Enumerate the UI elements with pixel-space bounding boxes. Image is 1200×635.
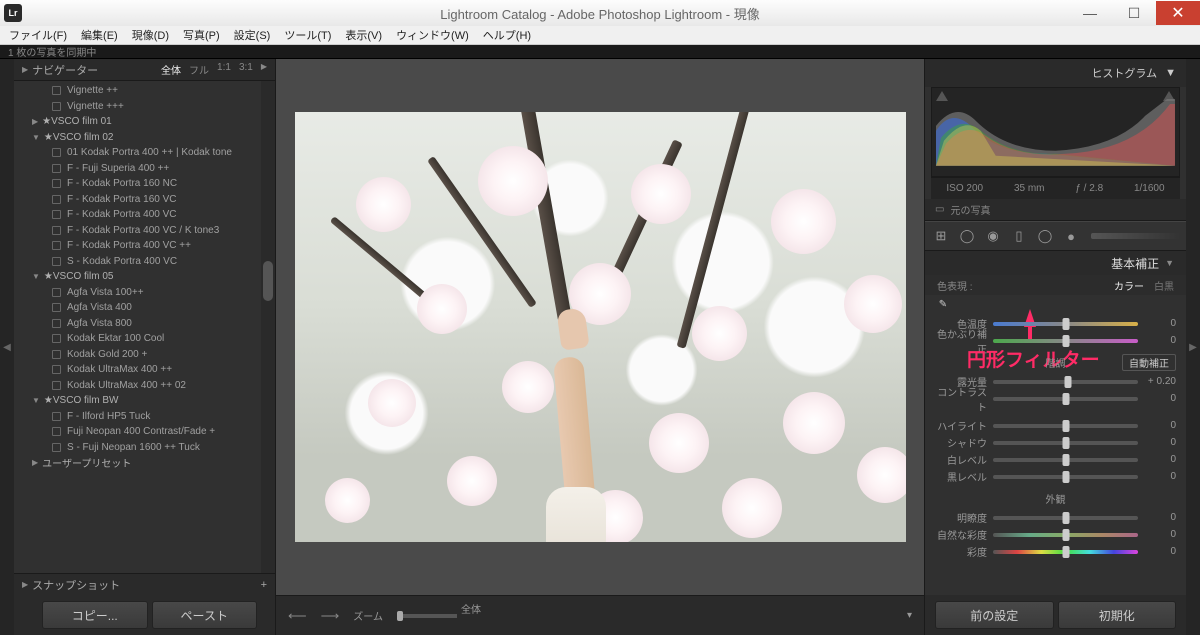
prev-photo-button[interactable]: ⟵: [288, 608, 307, 624]
zoom-value: 全体: [461, 601, 481, 616]
preset-item[interactable]: 01 Kodak Portra 400 ++ | Kodak tone: [14, 145, 261, 161]
tool-strip: ⊞ ◯ ◉ ▯ ◯ ●: [925, 221, 1186, 251]
original-photo-row[interactable]: ▭元の写真: [925, 199, 1186, 221]
preset-item[interactable]: F - Ilford HP5 Tuck: [14, 409, 261, 425]
preset-item[interactable]: Agfa Vista 100++: [14, 285, 261, 301]
preset-item[interactable]: Vignette +++: [14, 99, 261, 115]
close-button[interactable]: ✕: [1156, 1, 1200, 25]
preset-folder[interactable]: ▶★VSCO film 01: [14, 114, 261, 130]
slider-vibrance[interactable]: 自然な彩度0: [935, 526, 1176, 543]
previous-settings-button[interactable]: 前の設定: [935, 601, 1054, 629]
left-panel: ▶ ナビゲーター 全体フル1:13:1▶ Vignette ++Vignette…: [14, 59, 276, 635]
menu-item[interactable]: 写真(P): [176, 26, 227, 44]
histogram-header[interactable]: ヒストグラム ▼: [925, 59, 1186, 87]
preset-folder[interactable]: ▼★VSCO film 05: [14, 269, 261, 285]
menu-item[interactable]: ヘルプ(H): [476, 26, 538, 44]
toolbar-bottom: ⟵ ⟶ ズーム 全体 ▾: [276, 595, 924, 635]
minimize-button[interactable]: —: [1068, 1, 1112, 25]
maximize-button[interactable]: ☐: [1112, 1, 1156, 25]
navigator-title: ナビゲーター: [32, 62, 98, 78]
spot-tool-icon[interactable]: ◯: [957, 226, 977, 246]
sync-status-bar: 1 枚の写真を同期中: [0, 45, 1200, 59]
preset-item[interactable]: Fuji Neopan 400 Contrast/Fade +: [14, 424, 261, 440]
preset-folder[interactable]: ▶ユーザープリセット: [14, 455, 261, 471]
preset-item[interactable]: Kodak Ektar 100 Cool: [14, 331, 261, 347]
gradient-tool-icon[interactable]: ▯: [1009, 226, 1029, 246]
preset-item[interactable]: F - Kodak Portra 160 NC: [14, 176, 261, 192]
menu-item[interactable]: ウィンドウ(W): [389, 26, 476, 44]
menu-item[interactable]: ファイル(F): [2, 26, 74, 44]
preset-folder[interactable]: ▼★VSCO film 02: [14, 130, 261, 146]
navigator-zoom-option[interactable]: 1:1: [217, 62, 231, 77]
wb-eyedropper-icon[interactable]: ✎: [935, 296, 951, 312]
menu-bar: ファイル(F)編集(E)現像(D)写真(P)設定(S)ツール(T)表示(V)ウィ…: [0, 26, 1200, 45]
slider-whites[interactable]: 白レベル0: [935, 451, 1176, 468]
center-panel: ⟵ ⟶ ズーム 全体 ▾: [276, 59, 924, 635]
window-title: Lightroom Catalog - Adobe Photoshop Ligh…: [440, 4, 759, 23]
menu-item[interactable]: 表示(V): [338, 26, 389, 44]
zoom-label: ズーム: [353, 608, 383, 623]
preset-item[interactable]: F - Kodak Portra 400 VC ++: [14, 238, 261, 254]
navigator-zoom-option[interactable]: 全体: [161, 62, 181, 77]
treatment-row: 色表現 : カラー 白黒: [925, 275, 1186, 295]
redeye-tool-icon[interactable]: ◉: [983, 226, 1003, 246]
slider-clarity[interactable]: 明瞭度0: [935, 509, 1176, 526]
soft-proof-toggle[interactable]: ▾: [907, 610, 912, 621]
navigator-zoom-option[interactable]: フル: [189, 62, 209, 77]
slider-saturation[interactable]: 彩度0: [935, 543, 1176, 560]
menu-item[interactable]: 設定(S): [227, 26, 278, 44]
preset-scrollbar[interactable]: [261, 81, 275, 573]
right-panel: ヒストグラム ▼ ISO 200 35 mm ƒ / 2.8 1/1600 ▭元…: [924, 59, 1186, 635]
navigator-zoom-option[interactable]: 3:1: [239, 62, 253, 77]
brush-tool-icon[interactable]: ●: [1061, 226, 1081, 246]
navigator-header[interactable]: ▶ ナビゲーター 全体フル1:13:1▶: [14, 59, 275, 81]
snapshot-header[interactable]: ▶スナップショット +: [14, 573, 275, 595]
title-bar: Lr Lightroom Catalog - Adobe Photoshop L…: [0, 0, 1200, 26]
preset-item[interactable]: F - Kodak Portra 160 VC: [14, 192, 261, 208]
tool-slider[interactable]: [1091, 233, 1180, 239]
preset-item[interactable]: Kodak UltraMax 400 ++: [14, 362, 261, 378]
preview-image[interactable]: [295, 112, 906, 542]
treatment-color[interactable]: カラー: [1114, 278, 1144, 293]
preset-item[interactable]: F - Kodak Portra 400 VC / K tone3: [14, 223, 261, 239]
slider-contrast[interactable]: コントラスト0: [935, 390, 1176, 407]
menu-item[interactable]: ツール(T): [277, 26, 338, 44]
radial-filter-icon[interactable]: ◯: [1035, 226, 1055, 246]
treatment-bw[interactable]: 白黒: [1154, 278, 1174, 293]
left-panel-collapse[interactable]: ◀: [0, 59, 14, 635]
crop-tool-icon[interactable]: ⊞: [931, 226, 951, 246]
auto-tone-button[interactable]: 自動補正: [1122, 354, 1176, 371]
menu-item[interactable]: 編集(E): [74, 26, 125, 44]
preset-item[interactable]: S - Fuji Neopan 1600 ++ Tuck: [14, 440, 261, 456]
app-icon: Lr: [4, 4, 22, 22]
preset-item[interactable]: Agfa Vista 400: [14, 300, 261, 316]
preset-item[interactable]: S - Kodak Portra 400 VC: [14, 254, 261, 270]
zoom-slider[interactable]: [397, 614, 457, 618]
paste-button[interactable]: ペースト: [152, 601, 258, 629]
menu-item[interactable]: 現像(D): [125, 26, 176, 44]
preset-tree: Vignette ++Vignette +++▶★VSCO film 01▼★V…: [14, 81, 261, 573]
histogram[interactable]: [931, 87, 1180, 177]
preset-item[interactable]: F - Fuji Superia 400 ++: [14, 161, 261, 177]
next-photo-button[interactable]: ⟶: [321, 608, 340, 624]
preset-folder[interactable]: ▼★VSCO film BW: [14, 393, 261, 409]
slider-tint[interactable]: 色かぶり補正0: [935, 332, 1176, 349]
copy-button[interactable]: コピー...: [42, 601, 148, 629]
basic-panel-header[interactable]: 基本補正▼: [925, 251, 1186, 275]
slider-highlights[interactable]: ハイライト0: [935, 417, 1176, 434]
right-panel-collapse[interactable]: ▶: [1186, 59, 1200, 635]
reset-button[interactable]: 初期化: [1058, 601, 1177, 629]
preset-item[interactable]: Kodak UltraMax 400 ++ 02: [14, 378, 261, 394]
preset-item[interactable]: Kodak Gold 200 +: [14, 347, 261, 363]
preset-item[interactable]: Vignette ++: [14, 83, 261, 99]
preset-item[interactable]: F - Kodak Portra 400 VC: [14, 207, 261, 223]
slider-shadows[interactable]: シャドウ0: [935, 434, 1176, 451]
exif-strip: ISO 200 35 mm ƒ / 2.8 1/1600: [931, 177, 1180, 199]
preset-item[interactable]: Agfa Vista 800: [14, 316, 261, 332]
slider-blacks[interactable]: 黒レベル0: [935, 468, 1176, 485]
